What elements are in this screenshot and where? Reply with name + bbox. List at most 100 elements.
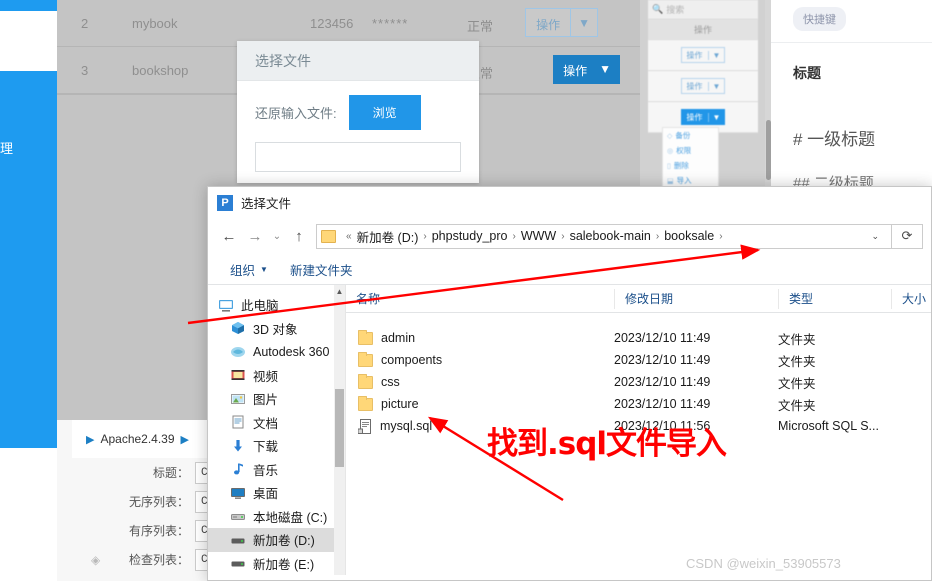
file-row-admin[interactable]: admin 2023/12/10 11:49 文件夹: [346, 327, 931, 349]
mini-row[interactable]: 操作 ▼: [648, 71, 758, 102]
row-action-button[interactable]: 操作 ▼: [525, 8, 598, 37]
file-date: 2023/12/10 11:49: [614, 353, 711, 367]
tree-item-label: 新加卷 (E:): [253, 557, 315, 572]
mini-action-button[interactable]: 操作 ▼: [680, 78, 726, 94]
column-header-date[interactable]: 修改日期: [614, 288, 778, 309]
markdown-heading-label: 标题: [793, 65, 821, 81]
file-row-compoents[interactable]: compoents 2023/12/10 11:49 文件夹: [346, 349, 931, 371]
search-icon: 🔍: [652, 4, 664, 14]
mini-action-button-active[interactable]: 操作 ▼: [680, 109, 726, 125]
markdown-h1-sample: # 一级标题: [793, 130, 876, 149]
browse-button[interactable]: 浏览: [348, 95, 421, 130]
annotation-callout: 找到.sql文件导入: [487, 426, 727, 462]
tree-item-new-volume-d[interactable]: 新加卷 (D:): [208, 528, 345, 552]
tree-item-pictures[interactable]: 图片: [208, 387, 345, 411]
tree-item-this-pc[interactable]: 此电脑: [208, 293, 345, 317]
breadcrumb-overflow[interactable]: «: [341, 231, 357, 242]
recent-locations-icon[interactable]: ⌄: [268, 223, 286, 249]
tree-item-downloads[interactable]: 下载: [208, 434, 345, 458]
mini-action-label: 操作: [686, 50, 703, 60]
new-folder-label: 新建文件夹: [289, 263, 353, 278]
arrow-up-icon[interactable]: ↑: [286, 223, 312, 249]
downloads-icon: [230, 438, 246, 454]
chevron-down-icon: ▼: [260, 264, 268, 274]
chevron-down-icon[interactable]: ⌄: [863, 231, 887, 242]
app-sidebar[interactable]: 理: [0, 0, 57, 448]
menu-item-delete[interactable]: ▯ 删除: [663, 158, 718, 173]
menu-item-permission[interactable]: ◎ 权限: [663, 143, 718, 158]
app-select-file-modal: 选择文件 还原输入文件: 浏览: [237, 41, 479, 183]
menu-item-label: 备份: [675, 131, 691, 140]
breadcrumb-item-booksale[interactable]: booksale: [664, 229, 714, 243]
column-header-type[interactable]: 类型: [778, 288, 891, 309]
file-row-css[interactable]: css 2023/12/10 11:49 文件夹: [346, 371, 931, 393]
menu-item-backup[interactable]: ◇ 备份: [663, 128, 718, 143]
restore-file-input[interactable]: [255, 142, 461, 172]
tree-item-autodesk-360[interactable]: Autodesk 360: [208, 340, 345, 364]
file-date: 2023/12/10 11:49: [614, 375, 711, 389]
file-row-picture[interactable]: picture 2023/12/10 11:49 文件夹: [346, 393, 931, 415]
mini-column-header: 操作: [648, 19, 758, 40]
tree-item-videos[interactable]: 视频: [208, 364, 345, 388]
tree-item-label: 此电脑: [241, 299, 279, 314]
shortcut-tag[interactable]: 快捷键: [793, 7, 846, 31]
tree-scrollbar-thumb[interactable]: [335, 389, 344, 467]
new-folder-button[interactable]: 新建文件夹: [290, 260, 353, 279]
chevron-down-icon[interactable]: ▼: [570, 9, 597, 36]
file-list-header: 名称 修改日期 类型 大小: [346, 285, 931, 313]
navigation-bar: ← → ⌄ ↑ « 新加卷 (D:) › phpstudy_pro › WWW …: [208, 218, 931, 254]
refresh-icon[interactable]: ⟳: [892, 223, 923, 249]
folder-icon: [358, 351, 373, 367]
row-action-button[interactable]: 操作 ▼: [553, 55, 620, 84]
tree-item-desktop[interactable]: 桌面: [208, 481, 345, 505]
breadcrumb-item-phpstudy[interactable]: phpstudy_pro: [432, 229, 508, 243]
tree-item-local-disk-c[interactable]: 本地磁盘 (C:): [208, 505, 345, 529]
table-row[interactable]: 2 mybook 123456 ****** 正常 操作 ▼: [57, 0, 640, 47]
tree-item-3d-objects[interactable]: 3D 对象: [208, 317, 345, 341]
column-label: 名称: [356, 292, 381, 306]
breadcrumb-item-salebook[interactable]: salebook-main: [570, 229, 651, 243]
arrow-left-icon[interactable]: ←: [216, 223, 242, 249]
service-name: Apache2.4.39: [100, 432, 175, 446]
tree-item-documents[interactable]: 文档: [208, 411, 345, 435]
mini-row[interactable]: 操作 ▼: [648, 40, 758, 71]
cell-dbname: bookshop: [132, 63, 189, 78]
tree-item-label: 文档: [253, 416, 279, 431]
tree-item-new-volume-e[interactable]: 新加卷 (E:): [208, 552, 345, 576]
chevron-down-icon[interactable]: ▼: [597, 55, 620, 84]
file-name: admin: [381, 331, 416, 345]
cell-dbname: mybook: [132, 16, 178, 31]
chevron-down-icon[interactable]: ▼: [707, 81, 725, 91]
shortcut-label: 标题：: [152, 466, 189, 480]
breadcrumb-item-www[interactable]: WWW: [521, 229, 556, 243]
tree-item-music[interactable]: 音乐: [208, 458, 345, 482]
music-icon: [230, 461, 246, 477]
documents-icon: [230, 414, 246, 430]
dialog-title-bar: P 选择文件: [208, 187, 931, 218]
column-header-size[interactable]: 大小: [891, 288, 931, 309]
arrow-right-icon[interactable]: →: [242, 223, 268, 249]
organize-button[interactable]: 组织 ▼: [230, 260, 268, 279]
delete-icon: ▯: [667, 162, 671, 170]
file-type: 文件夹: [778, 376, 816, 391]
chevron-up-icon[interactable]: ▲: [334, 285, 345, 297]
mini-action-label: 操作: [686, 81, 703, 91]
mini-action-button[interactable]: 操作 ▼: [680, 47, 726, 63]
breadcrumb-item-drive[interactable]: 新加卷 (D:): [357, 227, 419, 246]
play-icon[interactable]: ▶: [181, 433, 189, 446]
column-header-name[interactable]: 名称: [346, 289, 614, 309]
mini-action-dropdown[interactable]: ◇ 备份 ◎ 权限 ▯ 删除 ⬓ 导入: [662, 127, 719, 189]
shortcut-label: 有序列表：: [128, 524, 189, 538]
search-input[interactable]: 🔍 搜索: [648, 0, 758, 19]
shortcut-label: 无序列表：: [128, 495, 189, 509]
chevron-down-icon[interactable]: ▼: [707, 50, 725, 60]
column-label: 类型: [789, 292, 814, 306]
file-name: compoents: [381, 353, 443, 367]
pictures-icon: [230, 391, 246, 407]
play-icon[interactable]: ▶: [86, 433, 94, 446]
drive-icon: [230, 555, 246, 571]
breadcrumb[interactable]: « 新加卷 (D:) › phpstudy_pro › WWW › salebo…: [316, 223, 892, 249]
chevron-down-icon[interactable]: ▼: [707, 112, 725, 122]
folder-icon: [358, 373, 373, 389]
folder-icon: [321, 229, 336, 243]
